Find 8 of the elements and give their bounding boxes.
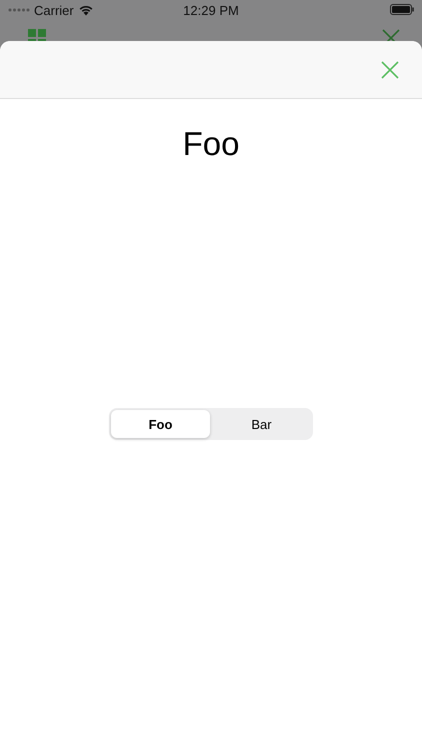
clock-time: 12:29 PM — [183, 2, 239, 18]
signal-icon — [8, 8, 30, 12]
battery-icon — [390, 4, 414, 14]
segment-tab[interactable]: Foo — [111, 410, 210, 438]
carrier-name: Carrier — [34, 2, 74, 18]
wifi-icon — [78, 4, 94, 16]
page-heading: Foo — [182, 125, 240, 163]
segment-tab[interactable]: Bar — [212, 410, 311, 438]
